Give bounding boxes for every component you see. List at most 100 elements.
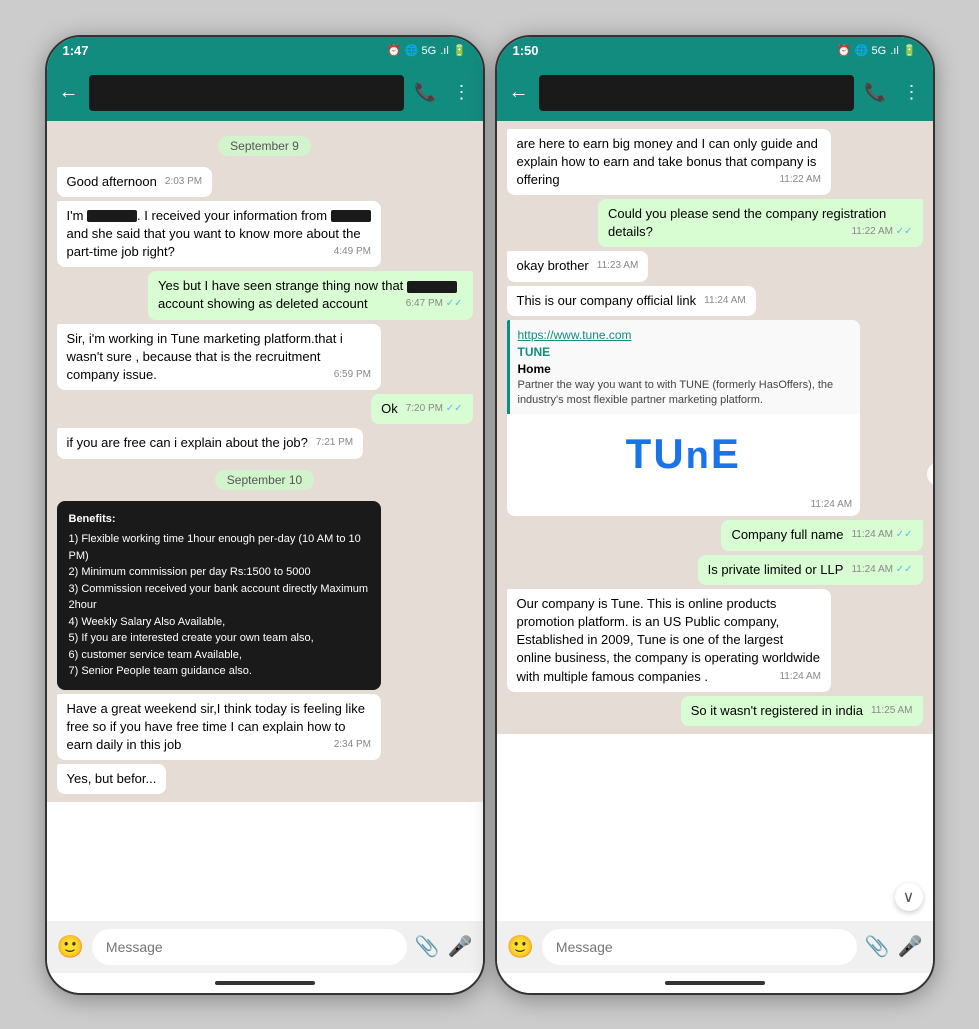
chat-body-1[interactable]: September 9 Good afternoon 2:03 PM I'm .… (47, 121, 483, 803)
lp-desc: Partner the way you want to with TUNE (f… (518, 378, 853, 409)
msg-text: Is private limited or LLP (708, 562, 844, 577)
msg-time: 4:49 PM (334, 245, 371, 259)
msg-time: 7:21 PM (316, 436, 353, 450)
date-divider-sep9: September 9 (57, 137, 473, 155)
benefits-image-msg: Benefits: 1) Flexible working time 1hour… (57, 501, 381, 690)
chat-header-1: ← 📞 ⋮ (47, 65, 483, 121)
chat-header-2: ← 📞 ⋮ (497, 65, 933, 121)
msg-text: Our company is Tune. This is online prod… (517, 596, 821, 684)
msg-received: Good afternoon 2:03 PM (57, 167, 213, 197)
signal-icon-2: .ıl (890, 45, 899, 57)
home-indicator-2 (497, 973, 933, 993)
attach-icon-2[interactable]: 📎 (865, 934, 890, 959)
msg-received: Yes, but befor... (57, 764, 167, 794)
msg-time: 7:20 PM ✓✓ (406, 402, 463, 416)
msg-wrapper: Could you please send the company regist… (507, 199, 923, 247)
msg-wrapper: Is private limited or LLP 11:24 AM ✓✓ (507, 555, 923, 585)
msg-time: 11:25 AM (871, 704, 913, 718)
menu-icon-2[interactable]: ⋮ (903, 82, 921, 103)
msg-received: if you are free can i explain about the … (57, 428, 364, 458)
tune-url[interactable]: https://www.tune.com (518, 328, 632, 342)
chat-body-2[interactable]: are here to earn big money and I can onl… (497, 121, 933, 734)
msg-sent: Ok 7:20 PM ✓✓ (371, 394, 472, 424)
emoji-icon-1[interactable]: 🙂 (57, 934, 84, 960)
contact-name-redacted-2 (539, 75, 855, 111)
scroll-down-button[interactable]: ∨ (895, 883, 923, 911)
benefit-item-1: 1) Flexible working time 1hour enough pe… (69, 531, 369, 564)
msg-wrapper: So it wasn't registered in india 11:25 A… (507, 696, 923, 726)
msg-received: Our company is Tune. This is online prod… (507, 589, 831, 692)
msg-time: 11:22 AM (779, 173, 821, 187)
back-button-2[interactable]: ← (509, 81, 529, 104)
msg-sent: So it wasn't registered in india 11:25 A… (681, 696, 923, 726)
msg-text: Could you please send the company regist… (608, 206, 886, 239)
lp-title: Home (518, 361, 853, 378)
tune-logo: TUnE (626, 425, 741, 484)
msg-received: Sir, i'm working in Tune marketing platf… (57, 324, 381, 391)
phone-icon-2[interactable]: 📞 (864, 82, 886, 103)
benefit-item-4: 4) Weekly Salary Also Available, (69, 614, 369, 631)
msg-received: This is our company official link 11:24 … (507, 286, 756, 316)
attach-icon-1[interactable]: 📎 (415, 934, 440, 959)
date-divider-sep10: September 10 (57, 471, 473, 489)
header-icons-1: 📞 ⋮ (414, 82, 470, 103)
benefit-item-7: 7) Senior People team guidance also. (69, 663, 369, 680)
msg-received: Have a great weekend sir,I think today i… (57, 694, 381, 761)
msg-text: Yes, but befor... (67, 771, 157, 786)
link-preview-msg: https://www.tune.com TUNE Home Partner t… (507, 320, 861, 517)
msg-wrapper: Yes but I have seen strange thing now th… (57, 271, 473, 319)
benefits-card: Benefits: 1) Flexible working time 1hour… (57, 501, 381, 690)
status-bar-1: 1:47 ⏰ 🌐 5G .ıl 🔋 (47, 37, 483, 65)
battery-icon-2: 🔋 (903, 44, 917, 57)
benefit-item-2: 2) Minimum commission per day Rs:1500 to… (69, 564, 369, 581)
signal-icon: .ıl (440, 45, 449, 57)
forward-button[interactable]: ↪ (927, 462, 933, 486)
phone-icon-1[interactable]: 📞 (414, 82, 436, 103)
benefit-item-5: 5) If you are interested create your own… (69, 630, 369, 647)
msg-time: 11:24 AM ✓✓ (851, 563, 912, 577)
msg-time: 2:03 PM (165, 175, 202, 189)
message-input-2[interactable] (542, 929, 857, 965)
emoji-icon-2[interactable]: 🙂 (507, 934, 534, 960)
phone-2: 1:50 ⏰ 🌐 5G .ıl 🔋 ← 📞 ⋮ are h (495, 35, 935, 995)
phone-1: 1:47 ⏰ 🌐 5G .ıl 🔋 ← 📞 ⋮ September 9 (45, 35, 485, 995)
alarm-icon-2: ⏰ (837, 44, 851, 57)
msg-time: 2:34 PM (334, 738, 371, 752)
msg-text: Ok (381, 401, 398, 416)
menu-icon-1[interactable]: ⋮ (453, 82, 471, 103)
tune-t: T (626, 430, 654, 477)
msg-sent: Is private limited or LLP 11:24 AM ✓✓ (698, 555, 923, 585)
msg-time: 6:47 PM ✓✓ (406, 297, 463, 311)
msg-wrapper: Sir, i'm working in Tune marketing platf… (57, 324, 473, 391)
home-bar-2 (665, 981, 765, 985)
msg-wrapper: Company full name 11:24 AM ✓✓ (507, 520, 923, 550)
network-icon-2: 🌐 5G (855, 44, 886, 57)
benefit-item-6: 6) customer service team Available, (69, 647, 369, 664)
chat-input-bar-1: 🙂 📎 🎤 (47, 921, 483, 973)
tune-n: n (686, 430, 711, 483)
msg-received: are here to earn big money and I can onl… (507, 129, 831, 196)
msg-wrapper: okay brother 11:23 AM (507, 251, 923, 281)
message-input-1[interactable] (92, 929, 407, 965)
msg-text: So it wasn't registered in india (691, 703, 863, 718)
msg-wrapper: I'm . I received your information from a… (57, 201, 473, 268)
msg-sent: Yes but I have seen strange thing now th… (148, 271, 472, 319)
mic-icon-2[interactable]: 🎤 (898, 934, 923, 959)
mic-icon-1[interactable]: 🎤 (448, 934, 473, 959)
link-preview-wrapper: https://www.tune.com TUNE Home Partner t… (507, 320, 923, 517)
battery-icon: 🔋 (453, 44, 467, 57)
status-time-1: 1:47 (63, 43, 89, 58)
msg-text: Sir, i'm working in Tune marketing platf… (67, 331, 343, 382)
lp-site: TUNE (518, 344, 853, 361)
network-icon: 🌐 5G (405, 44, 436, 57)
msg-text: Good afternoon (67, 174, 157, 189)
msg-text: I'm . I received your information from a… (67, 208, 371, 259)
back-button-1[interactable]: ← (59, 81, 79, 104)
tune-u: U (653, 430, 685, 477)
home-indicator-1 (47, 973, 483, 993)
msg-received: okay brother 11:23 AM (507, 251, 649, 281)
msg-text: Have a great weekend sir,I think today i… (67, 701, 365, 752)
msg-wrapper: Have a great weekend sir,I think today i… (57, 694, 473, 761)
msg-text: are here to earn big money and I can onl… (517, 136, 818, 187)
msg-time: 11:24 AM ✓✓ (851, 528, 912, 542)
